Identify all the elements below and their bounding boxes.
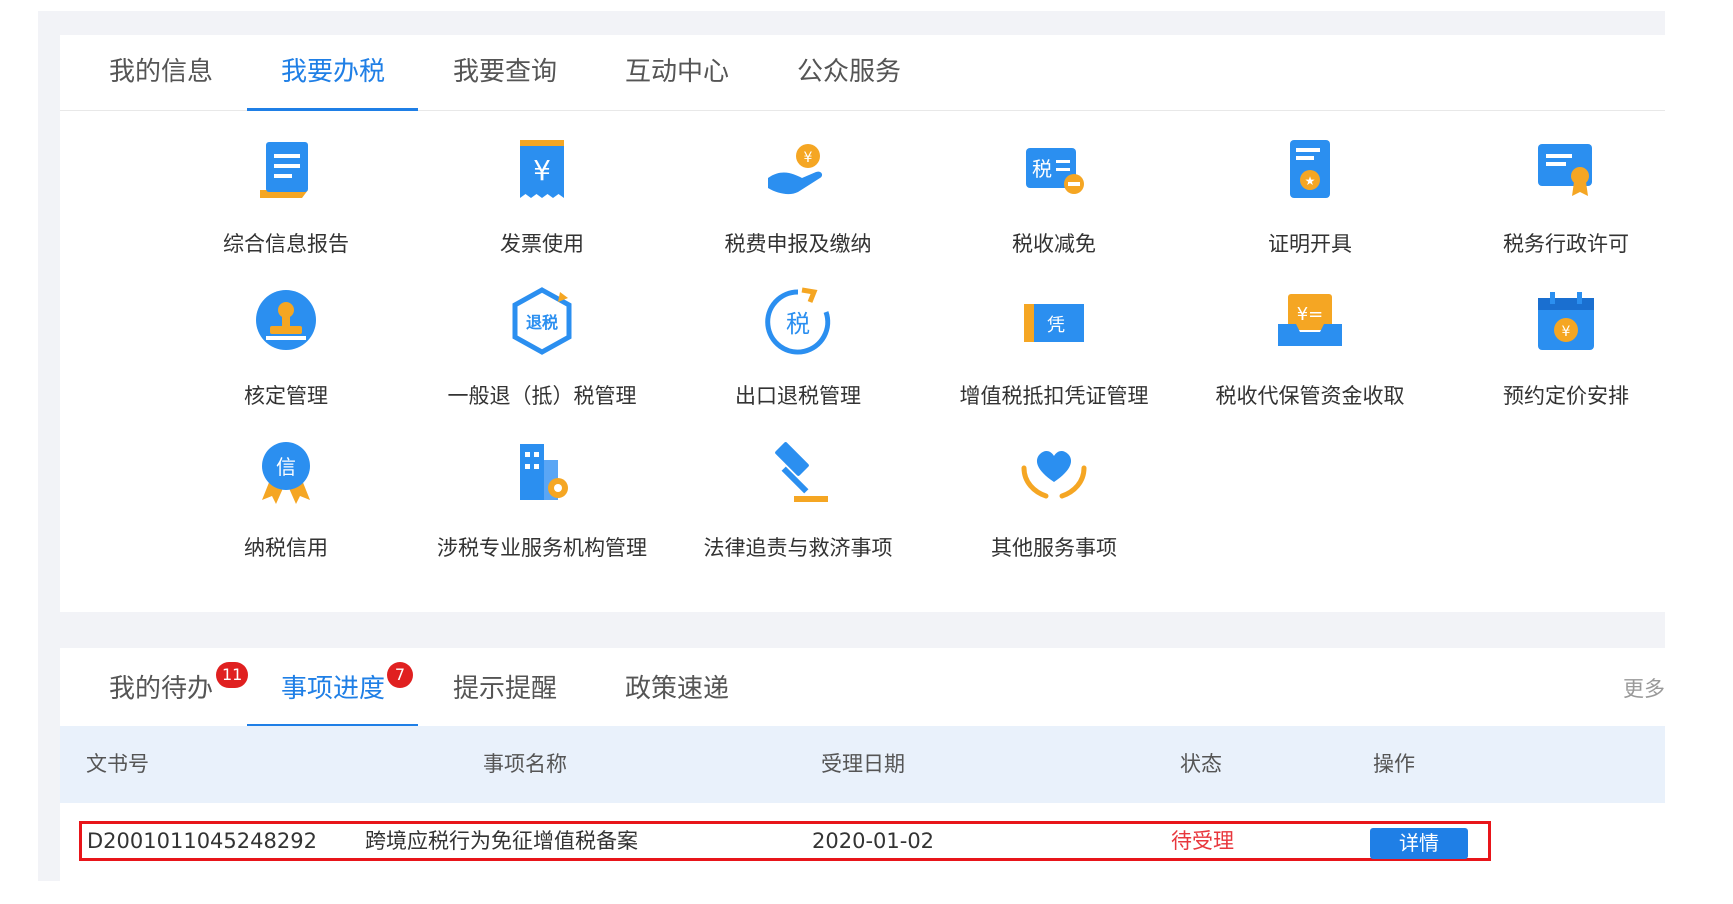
- main-nav-tabs: 我的信息 我要办税 我要查询 互动中心 公众服务: [60, 35, 1665, 111]
- tab-reminders[interactable]: 提示提醒: [453, 648, 557, 725]
- service-item[interactable]: 核定管理: [158, 262, 414, 414]
- tab-my-todo[interactable]: 我的待办: [109, 648, 213, 725]
- col-accept-date: 受理日期: [821, 752, 905, 776]
- service-label: 税务行政许可: [1503, 232, 1629, 256]
- svg-text:信: 信: [276, 455, 296, 479]
- service-item[interactable]: 税务行政许可: [1438, 110, 1694, 262]
- service-label: 涉税专业服务机构管理: [437, 536, 647, 560]
- service-item[interactable]: 法律追责与救济事项: [670, 414, 926, 566]
- invoice-yen-icon: ¥: [520, 140, 564, 198]
- service-item[interactable]: 税 税收减免: [926, 110, 1182, 262]
- service-label: 出口退税管理: [735, 384, 861, 408]
- detail-button[interactable]: 详情: [1370, 828, 1468, 859]
- service-item[interactable]: 综合信息报告: [158, 110, 414, 262]
- progress-count-badge: 7: [387, 662, 413, 688]
- service-item[interactable]: ¥ 发票使用: [414, 110, 670, 262]
- progress-panel: 我的待办 11 事项进度 7 提示提醒 政策速递 更多 文书号 事项名称 受理日…: [60, 648, 1665, 881]
- todo-count-badge: 11: [216, 662, 249, 688]
- voucher-icon: 凭: [1024, 304, 1084, 342]
- svg-text:凭: 凭: [1047, 315, 1065, 336]
- service-label: 证明开具: [1268, 232, 1352, 256]
- calendar-yen-icon: ¥: [1538, 292, 1594, 350]
- report-document-icon: [260, 142, 308, 198]
- service-label: 法律追责与救济事项: [703, 536, 893, 560]
- svg-text:¥: ¥: [1562, 324, 1571, 340]
- tab-query[interactable]: 我要查询: [453, 35, 557, 110]
- service-item[interactable]: 其他服务事项: [926, 414, 1182, 566]
- tax-reduction-icon: 税: [1026, 148, 1084, 194]
- services-panel: 我的信息 我要办税 我要查询 互动中心 公众服务 综合信息报告 ¥ 发票使用 ¥…: [60, 35, 1665, 612]
- service-label: 其他服务事项: [991, 536, 1117, 560]
- service-item[interactable]: ¥ 税费申报及缴纳: [670, 110, 926, 262]
- building-gear-icon: [520, 444, 568, 500]
- tab-interaction-center[interactable]: 互动中心: [625, 35, 729, 110]
- service-label: 核定管理: [244, 384, 328, 408]
- svg-text:¥=: ¥=: [1297, 304, 1324, 325]
- service-label: 税收代保管资金收取: [1215, 384, 1405, 408]
- service-label: 一般退（抵）税管理: [447, 384, 637, 408]
- tab-policy-express[interactable]: 政策速递: [625, 648, 729, 725]
- service-label: 纳税信用: [244, 536, 328, 560]
- credit-medal-icon: 信: [262, 442, 310, 504]
- service-item[interactable]: 凭 增值税抵扣凭证管理: [926, 262, 1182, 414]
- item-name-cell: 跨境应税行为免征增值税备案: [365, 829, 638, 853]
- svg-text:税: 税: [786, 310, 810, 338]
- service-item[interactable]: ★ 证明开具: [1182, 110, 1438, 262]
- service-label: 预约定价安排: [1503, 384, 1629, 408]
- service-label: 综合信息报告: [223, 232, 349, 256]
- table-header: 文书号 事项名称 受理日期 状态 操作: [60, 726, 1665, 803]
- service-item[interactable]: 税 出口退税管理: [670, 262, 926, 414]
- col-status: 状态: [1180, 752, 1222, 776]
- svg-text:★: ★: [1305, 174, 1316, 188]
- tax-refund-hexagon-icon: 退税: [512, 287, 572, 355]
- service-item[interactable]: 退税 一般退（抵）税管理: [414, 262, 670, 414]
- service-label: 税收减免: [1012, 232, 1096, 256]
- tab-public-service[interactable]: 公众服务: [797, 35, 901, 110]
- col-doc-no: 文书号: [86, 752, 149, 776]
- tab-label: 政策速递: [625, 674, 730, 704]
- service-item[interactable]: ¥= 税收代保管资金收取: [1182, 262, 1438, 414]
- stamp-icon: [256, 290, 316, 350]
- tab-label: 事项进度: [281, 674, 386, 704]
- license-badge-icon: [1538, 144, 1592, 196]
- tab-label: 我的待办: [109, 674, 214, 704]
- fund-tray-icon: ¥=: [1278, 294, 1342, 346]
- progress-tabs: 我的待办 11 事项进度 7 提示提醒 政策速递 更多: [60, 648, 1665, 727]
- tab-tax-handling[interactable]: 我要办税: [281, 35, 385, 110]
- service-label: 增值税抵扣凭证管理: [959, 384, 1149, 408]
- service-label: 发票使用: [500, 232, 584, 256]
- status-cell: 待受理: [1171, 829, 1234, 853]
- table-row: D2001011045248292 跨境应税行为免征增值税备案 2020-01-…: [79, 821, 1491, 861]
- svg-text:税: 税: [1032, 157, 1052, 181]
- svg-text:¥: ¥: [804, 150, 813, 166]
- gavel-icon: [775, 442, 828, 502]
- certificate-icon: ★: [1290, 140, 1330, 198]
- col-item-name: 事项名称: [483, 752, 567, 776]
- service-item[interactable]: 涉税专业服务机构管理: [414, 414, 670, 566]
- more-link[interactable]: 更多: [1623, 648, 1665, 725]
- col-action: 操作: [1373, 752, 1415, 776]
- svg-text:退税: 退税: [526, 313, 558, 332]
- export-refund-circle-icon: 税: [765, 287, 831, 355]
- tab-label: 提示提醒: [453, 674, 558, 704]
- tab-my-info[interactable]: 我的信息: [109, 35, 213, 110]
- svg-text:¥: ¥: [533, 154, 551, 187]
- tab-item-progress[interactable]: 事项进度: [281, 648, 385, 725]
- service-item[interactable]: 信 纳税信用: [158, 414, 414, 566]
- service-item[interactable]: ¥ 预约定价安排: [1438, 262, 1694, 414]
- hand-coin-icon: ¥: [768, 144, 823, 195]
- accept-date-cell: 2020-01-02: [812, 829, 935, 853]
- heart-hands-icon: [1021, 450, 1087, 499]
- service-grid: 综合信息报告 ¥ 发票使用 ¥ 税费申报及缴纳 税 税收减免 ★ 证明开具 税务…: [60, 110, 1665, 610]
- doc-no-cell: D2001011045248292: [87, 829, 317, 853]
- service-label: 税费申报及缴纳: [724, 232, 872, 256]
